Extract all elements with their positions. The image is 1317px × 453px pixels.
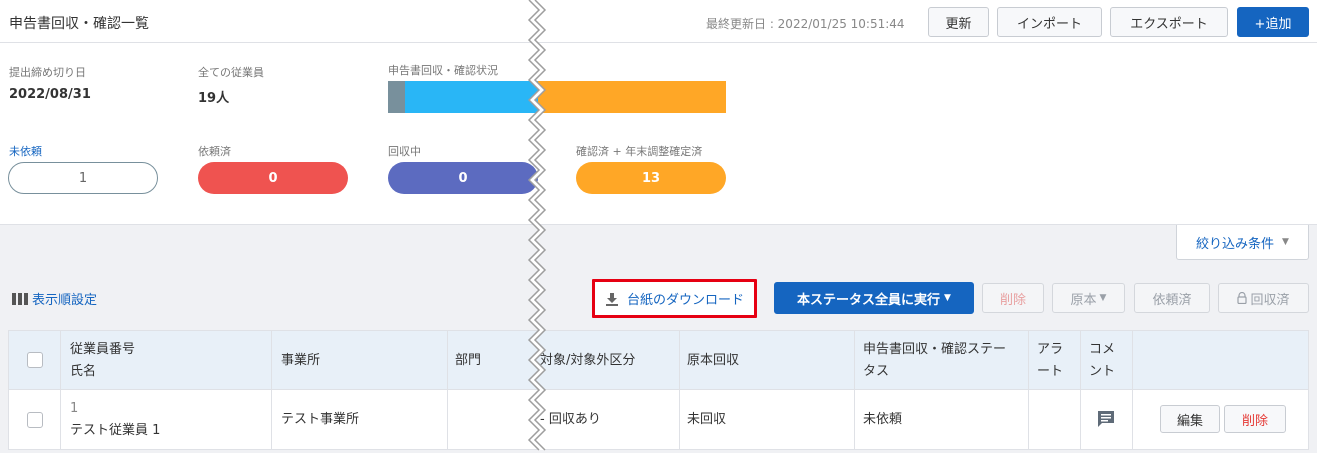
status-count-collecting[interactable]: 0 <box>388 162 538 194</box>
header-status-line1[interactable]: 申告書回収・確認ステー <box>863 339 1006 360</box>
header-employee-no[interactable]: 従業員番号 <box>70 339 135 360</box>
status-progress-bar <box>388 81 726 113</box>
status-overview-label: 申告書回収・確認状況 <box>388 64 498 77</box>
header-original[interactable]: 原本回収 <box>687 350 739 371</box>
deadline-label: 提出締め切り日 <box>9 66 86 79</box>
export-button[interactable]: エクスポート <box>1110 7 1228 37</box>
progress-segment-completed <box>538 81 726 113</box>
deadline-value: 2022/08/31 <box>9 87 91 102</box>
page-title: 申告書回収・確認一覧 <box>9 16 149 32</box>
refresh-button[interactable]: 更新 <box>928 7 989 37</box>
header-comment-line1: コメ <box>1089 342 1116 357</box>
filter-conditions-button[interactable]: 絞り込み条件 ▼ <box>1176 225 1309 260</box>
employees-label: 全ての従業員 <box>198 66 264 79</box>
columns-icon <box>12 292 28 305</box>
original-label: 原本 <box>1070 292 1097 308</box>
table-row: 1 テスト従業員 1 テスト事業所 - 回収あり 未回収 未依頼 編集 削除 <box>9 390 1308 449</box>
status-label-collecting: 回収中 <box>388 145 421 158</box>
header-target[interactable]: 対象/対象外区分 <box>540 350 635 371</box>
lock-icon <box>1237 292 1248 304</box>
import-button[interactable]: インポート <box>997 7 1102 37</box>
header-office[interactable]: 事業所 <box>281 350 320 371</box>
status-count-confirmed[interactable]: 13 <box>576 162 726 194</box>
employee-table: 従業員番号 氏名 事業所 部門 対象/対象外区分 原本回収 申告書回収・確認ステ… <box>8 330 1309 450</box>
header-department[interactable]: 部門 <box>455 350 481 371</box>
requested-button[interactable]: 依頼済 <box>1134 283 1210 313</box>
bulk-delete-button[interactable]: 削除 <box>982 283 1044 313</box>
display-order-setting-label: 表示順設定 <box>32 293 98 308</box>
caret-down-icon: ▼ <box>1282 237 1289 247</box>
last-updated-timestamp: 最終更新日 : 2022/01/25 10:51:44 <box>706 17 905 31</box>
filter-conditions-label: 絞り込み条件 <box>1196 236 1275 252</box>
select-all-checkbox[interactable] <box>27 352 43 368</box>
status-count-requested[interactable]: 0 <box>198 162 348 194</box>
execute-all-label: 本ステータス全員に実行 <box>797 292 941 308</box>
row-checkbox[interactable] <box>27 412 43 428</box>
header-status-line2: タス <box>863 364 890 379</box>
progress-segment-confirmed <box>405 81 538 113</box>
display-order-setting-link[interactable]: 表示順設定 <box>12 289 97 308</box>
collected-button[interactable]: 回収済 <box>1218 283 1309 313</box>
header-comment-line2: ント <box>1089 364 1116 379</box>
office-name: テスト事業所 <box>281 412 360 427</box>
download-icon <box>605 292 618 306</box>
row-delete-button[interactable]: 削除 <box>1224 405 1286 433</box>
status-count-unrequested[interactable]: 1 <box>8 162 158 194</box>
status-label-confirmed: 確認済 + 年末調整確定済 <box>576 145 703 158</box>
comment-icon[interactable] <box>1096 409 1116 429</box>
original-collection: 未回収 <box>687 412 727 427</box>
progress-segment-unrequested <box>388 81 405 113</box>
execute-all-button[interactable]: 本ステータス全員に実行 ▼ <box>774 282 974 314</box>
employees-value: 19人 <box>198 91 230 106</box>
status-label-requested: 依頼済 <box>198 145 231 158</box>
collection-status: 未依頼 <box>863 412 903 427</box>
original-button[interactable]: 原本 ▼ <box>1052 283 1125 313</box>
download-template-button[interactable]: 台紙のダウンロード <box>592 279 757 318</box>
status-label-unrequested[interactable]: 未依頼 <box>9 143 42 159</box>
download-template-label: 台紙のダウンロード <box>626 293 744 308</box>
top-bar: 申告書回収・確認一覧 最終更新日 : 2022/01/25 10:51:44 更… <box>0 0 1317 43</box>
summary-panel: 提出締め切り日 2022/08/31 全ての従業員 19人 申告書回収・確認状況… <box>0 43 1317 225</box>
add-button[interactable]: +追加 <box>1237 7 1309 37</box>
header-alert-line2: ート <box>1037 364 1064 379</box>
caret-down-icon: ▼ <box>1099 293 1107 303</box>
collected-label: 回収済 <box>1250 292 1290 308</box>
header-name[interactable]: 氏名 <box>70 361 96 382</box>
target-category: - 回収あり <box>540 412 601 427</box>
employee-name: テスト従業員 1 <box>70 423 161 438</box>
edit-button[interactable]: 編集 <box>1160 405 1220 433</box>
caret-down-icon: ▼ <box>944 293 951 303</box>
employee-no: 1 <box>70 401 79 416</box>
header-alert-line1: アラ <box>1037 342 1064 357</box>
